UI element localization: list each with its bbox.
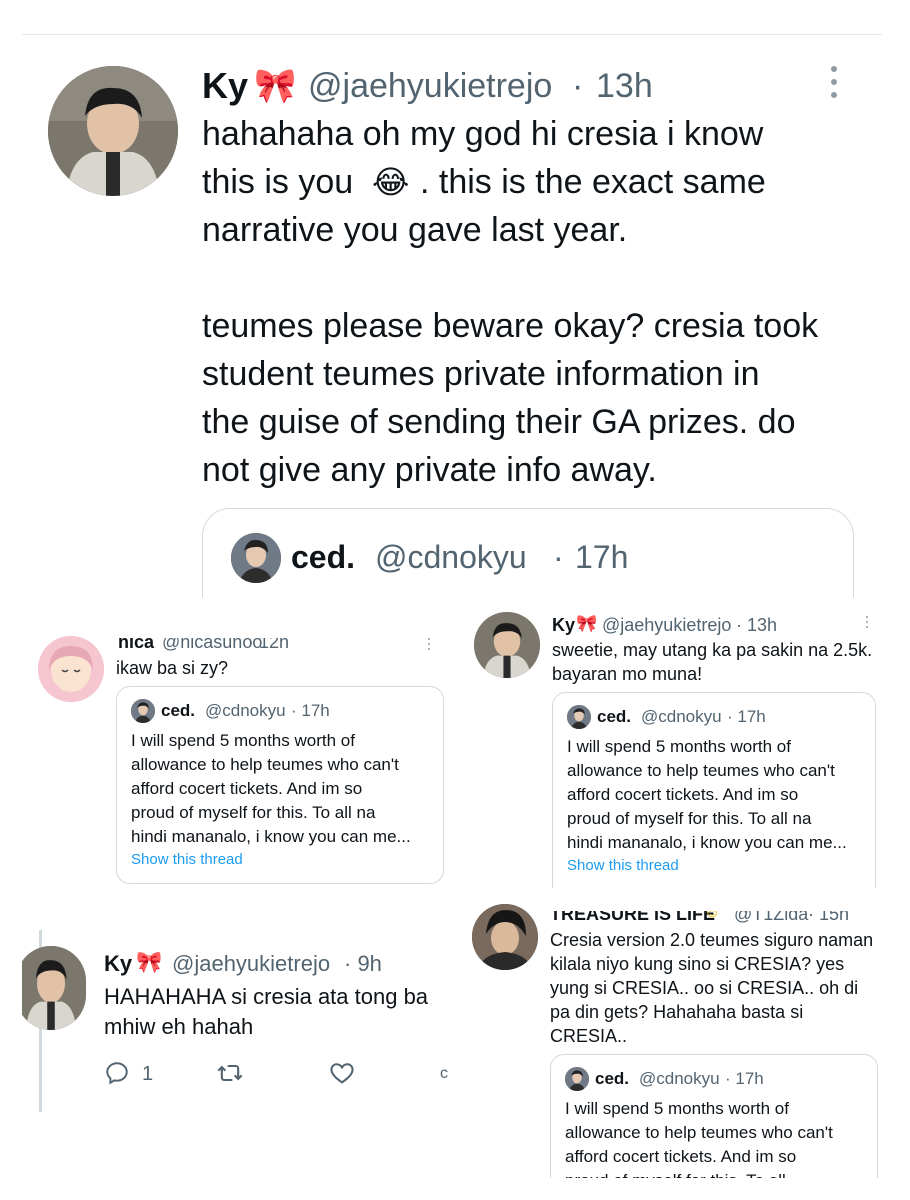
tweet-line: ikaw ba si zy?: [116, 658, 229, 678]
tweet-line: narrative you gave last year.: [202, 211, 628, 249]
quoted-time[interactable]: · 17h: [291, 700, 330, 722]
top-divider: [22, 34, 882, 35]
heart-icon: [330, 1063, 354, 1084]
tweet-line: kilala niyo kung sino si CRESIA? yes: [550, 954, 845, 974]
quoted-tweet-card[interactable]: ced. @cdnokyu · 17h I will spend 5 month…: [552, 692, 876, 888]
avatar[interactable]: [472, 904, 538, 970]
quoted-time[interactable]: 17h: [575, 537, 628, 577]
tweet-line: yung si CRESIA.. oo si CRESIA.. oh di: [550, 978, 859, 998]
avatar[interactable]: [38, 636, 104, 702]
show-thread-link[interactable]: Show this thread: [131, 850, 243, 870]
quoted-time[interactable]: · 17h: [725, 1068, 764, 1090]
tweet-line: this is you: [202, 163, 354, 201]
tweet-line: student teumes private information in: [202, 355, 760, 393]
quoted-handle[interactable]: @cdnokyu: [375, 537, 527, 577]
tweet-line: HAHAHAHA si cresia ata tong ba: [104, 984, 429, 1009]
ribbon-emoji: 🎀: [576, 614, 598, 633]
quoted-name[interactable]: ced.: [597, 706, 631, 728]
tweet-line: not give any private info away.: [202, 451, 657, 489]
tears-of-joy-emoji: 😂: [372, 164, 410, 200]
tweet-line: teumes please beware okay? cresia took: [202, 307, 819, 345]
screenshot-panel-left-bottom: Ky 🎀 @jaehyukietrejo · 9h HAHAHAHA si cr…: [22, 930, 452, 1120]
author-name[interactable]: Ky: [552, 614, 575, 636]
screenshot-panel-left-top: nica @nicasunoo · 12h ikaw ba si zy? ced…: [22, 598, 452, 898]
reply-icon: [106, 1062, 128, 1085]
tweet-line: bayaran mo muna!: [552, 664, 703, 684]
tweet-line: sweetie, may utang ka pa sakin na 2.5k.: [552, 640, 873, 660]
tweet-line: pa din gets? Hahahaha basta si: [550, 1002, 804, 1022]
quoted-line: allowance to help teumes who can't: [567, 761, 835, 780]
tweet-line: the guise of sending their GA prizes. do: [202, 403, 796, 441]
retweet-button[interactable]: [216, 1058, 246, 1088]
quoted-avatar[interactable]: [567, 705, 591, 729]
quoted-line: proud of myself for this. To all na: [131, 803, 376, 822]
tweet-line: CRESIA..: [550, 1026, 628, 1046]
author-handle[interactable]: @jaehyukietrejo: [172, 950, 330, 978]
top-crop-mask: [112, 598, 432, 638]
quoted-line: proud of myself for this. To all: [565, 1169, 786, 1178]
screenshot-panel-right-bottom: TREASURE IS LIFE ☺ @T1Zida · 15h Cresia …: [466, 902, 890, 1178]
tweet-time[interactable]: · 13h: [736, 614, 777, 636]
retweet-icon: [217, 1064, 243, 1082]
show-thread-link[interactable]: Show this thread: [567, 856, 679, 876]
top-crop-mask: [546, 902, 890, 911]
quoted-name[interactable]: ced.: [291, 537, 355, 577]
quoted-line: I will spend 5 months worth of: [567, 737, 791, 756]
quoted-tweet-card[interactable]: ced. @cdnokyu · 17h I will spend 5 month…: [550, 1054, 878, 1178]
quoted-handle[interactable]: @cdnokyu: [639, 1068, 720, 1090]
more-vertical-icon[interactable]: [426, 638, 432, 650]
author-name[interactable]: Ky: [104, 950, 132, 978]
quoted-line: afford cocert tickets. And im so: [565, 1147, 797, 1166]
ribbon-emoji: 🎀: [254, 67, 297, 105]
screenshot-panel-right-top: Ky 🎀 @jaehyukietrejo · 13h sweetie, may …: [466, 598, 890, 888]
separator-dot: ·: [553, 539, 564, 575]
quoted-line: allowance to help teumes who can't: [565, 1123, 833, 1142]
quoted-line: proud of myself for this. To all na: [567, 809, 812, 828]
quoted-handle[interactable]: @cdnokyu: [205, 700, 286, 722]
quoted-avatar[interactable]: [565, 1067, 589, 1091]
quoted-line: I will spend 5 months worth of: [565, 1099, 789, 1118]
tweet-line: mhiw eh hahah: [104, 1014, 254, 1039]
more-vertical-icon[interactable]: [828, 66, 840, 98]
quoted-line: I will spend 5 months worth of: [131, 731, 355, 750]
avatar[interactable]: [474, 612, 540, 678]
avatar[interactable]: [48, 66, 178, 196]
quoted-name[interactable]: ced.: [595, 1068, 629, 1090]
quoted-avatar[interactable]: [231, 533, 281, 583]
quoted-name[interactable]: ced.: [161, 700, 195, 722]
quoted-line: allowance to help teumes who can't: [131, 755, 399, 774]
tweet-line: Cresia version 2.0 teumes siguro naman: [550, 930, 874, 950]
tweet-time[interactable]: 13h: [596, 64, 653, 108]
quoted-tweet-card[interactable]: ced. @cdnokyu · 17h I will spend 5 month…: [116, 686, 444, 884]
quoted-avatar[interactable]: [131, 699, 155, 723]
separator-dot: ·: [572, 67, 584, 105]
avatar[interactable]: [22, 946, 86, 1030]
tweet-time[interactable]: · 9h: [344, 950, 382, 978]
tweet-line: hahahaha oh my god hi cresia i know: [202, 115, 764, 153]
like-button[interactable]: [328, 1058, 358, 1088]
quoted-line: hindi mananalo, i know you can me...: [567, 833, 847, 852]
ribbon-emoji: 🎀: [136, 951, 163, 974]
quoted-line: afford cocert tickets. And im so: [567, 785, 799, 804]
author-handle[interactable]: @jaehyukietrejo: [308, 64, 552, 108]
quoted-handle[interactable]: @cdnokyu: [641, 706, 722, 728]
share-button-cut[interactable]: c: [440, 1064, 448, 1084]
reply-count: 1: [142, 1063, 154, 1085]
quoted-line: afford cocert tickets. And im so: [131, 779, 363, 798]
more-vertical-icon[interactable]: [864, 616, 870, 628]
tweet-line: . this is the exact same: [420, 163, 766, 201]
quoted-line: hindi mananalo, i know you can me...: [131, 827, 411, 846]
quoted-time[interactable]: · 17h: [727, 706, 766, 728]
reply-button[interactable]: 1: [104, 1058, 160, 1088]
author-name[interactable]: Ky: [202, 64, 248, 108]
author-handle[interactable]: @jaehyukietrejo: [602, 614, 731, 636]
